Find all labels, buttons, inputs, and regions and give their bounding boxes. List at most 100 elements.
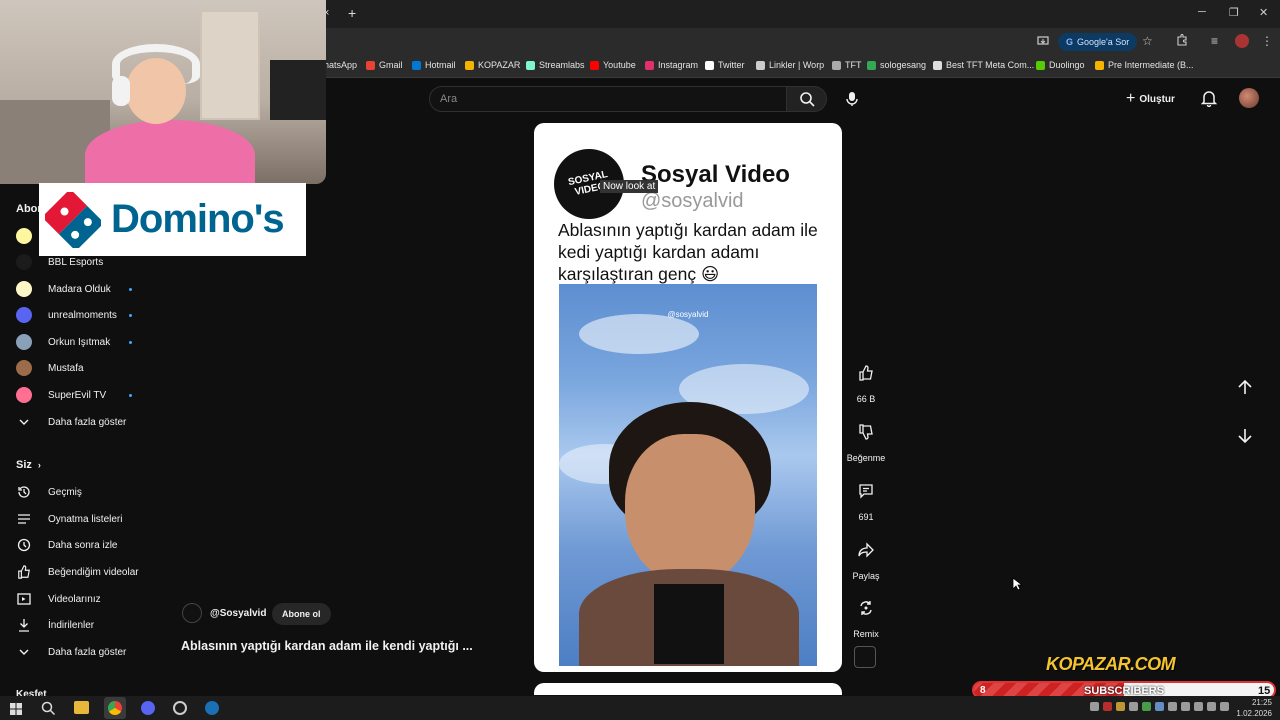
wifi-icon[interactable]	[1194, 702, 1203, 711]
network-app-icon[interactable]	[1155, 702, 1164, 711]
sidebar-channel[interactable]: Mustafa	[16, 357, 84, 379]
account-avatar[interactable]	[1239, 88, 1259, 108]
speaker-icon[interactable]	[1207, 702, 1216, 711]
create-button[interactable]: + Oluştur	[1126, 88, 1175, 110]
sidebar-item[interactable]: Daha sonra izle	[16, 534, 117, 556]
sidebar-item-label: Daha sonra izle	[48, 539, 118, 551]
install-icon[interactable]	[1037, 35, 1049, 50]
alert-icon[interactable]	[1103, 702, 1112, 711]
like-action[interactable]: 66 B	[842, 356, 890, 404]
obs-icon[interactable]	[173, 701, 187, 715]
headset-icon[interactable]	[1090, 702, 1099, 711]
bookmark-label: hatsApp	[324, 60, 358, 70]
sidebar-channel[interactable]: unrealmoments	[16, 304, 117, 326]
steam-tray-icon[interactable]	[1129, 702, 1138, 711]
file-explorer-icon[interactable]	[74, 701, 89, 714]
channel-avatar[interactable]	[16, 228, 32, 244]
sidebar-item[interactable]: Videolarınız	[16, 588, 101, 610]
remix-action[interactable]: Remix	[842, 591, 890, 639]
bookmark-icon	[645, 60, 654, 70]
video-watermark: @sosyalvid	[667, 310, 709, 319]
chevron-down-icon	[16, 419, 32, 425]
sound-avatar[interactable]	[854, 646, 876, 668]
you-heading[interactable]: Siz ›	[16, 454, 41, 476]
sponsor-banner: Domino's	[39, 183, 306, 256]
close-window-button[interactable]: ✕	[1259, 6, 1268, 19]
sidebar-item-label: İndirilenler	[48, 619, 95, 631]
discord-icon[interactable]	[141, 701, 155, 715]
search-input[interactable]: Ara	[429, 86, 787, 112]
chrome-icon[interactable]	[108, 701, 122, 715]
minimize-button[interactable]: ─	[1198, 6, 1206, 18]
media-icon[interactable]: ≡	[1211, 34, 1218, 48]
channel-name: SuperEvil TV	[48, 389, 107, 401]
bookmark-item[interactable]: sologesang	[867, 60, 926, 70]
sidebar-channel[interactable]: Orkun Işıtmak	[16, 331, 110, 353]
sidebar-item[interactable]: İndirilenler	[16, 614, 94, 636]
bookmark-item[interactable]: Duolingo	[1036, 60, 1085, 70]
search-button[interactable]	[787, 86, 827, 112]
nvidia-icon[interactable]	[1142, 702, 1151, 711]
show-more-subscriptions[interactable]: Daha fazla göster	[16, 411, 126, 433]
bookmark-item[interactable]: KOPAZAR	[465, 60, 520, 70]
share-action[interactable]: Paylaş	[842, 533, 890, 581]
mic-icon	[846, 92, 858, 106]
next-short-button[interactable]	[1236, 427, 1254, 450]
search-icon[interactable]	[41, 701, 56, 720]
show-more-you[interactable]: Daha fazla göster	[16, 641, 126, 663]
notifications-button[interactable]	[1200, 90, 1218, 112]
create-label: Oluştur	[1139, 93, 1175, 105]
arrow-up-icon	[1238, 379, 1252, 394]
channel-handle[interactable]: @Sosyalvid	[210, 608, 266, 619]
bookmark-item[interactable]: Pre Intermediate (B...	[1095, 60, 1194, 70]
sidebar-channel[interactable]: SuperEvil TV	[16, 384, 106, 406]
now-look-label: Now look at	[600, 180, 659, 193]
voice-search-button[interactable]	[840, 87, 864, 111]
bookmark-item[interactable]: Linkler | Worp	[756, 60, 824, 70]
start-icon[interactable]	[10, 702, 22, 720]
usb-icon[interactable]	[1168, 702, 1177, 711]
sidebar-item-label: Beğendiğim videolar	[48, 566, 139, 578]
sidebar-item[interactable]: Geçmiş	[16, 481, 82, 503]
battery-icon[interactable]	[1220, 702, 1229, 711]
bookmark-label: Hotmail	[425, 60, 456, 70]
bookmark-item[interactable]: Streamlabs	[526, 60, 585, 70]
video-title[interactable]: Ablasının yaptığı kardan adam ile kendi …	[181, 639, 473, 653]
bookmark-item[interactable]: Hotmail	[412, 60, 456, 70]
bookmark-item[interactable]: Best TFT Meta Com...	[933, 60, 1034, 70]
sponsor-name: Domino's	[111, 197, 285, 241]
profile-avatar[interactable]	[1235, 34, 1249, 48]
dislike-action[interactable]: Beğenme	[842, 415, 890, 463]
channel-avatar[interactable]	[182, 603, 202, 623]
short-video-player[interactable]: SOSYAL VIDEO Sosyal Video @sosyalvid Now…	[534, 123, 842, 672]
bookmark-item[interactable]: Instagram	[645, 60, 698, 70]
menu-icon[interactable]: ⋮	[1261, 34, 1273, 48]
clock: 21:25 1.02.2026	[1236, 697, 1272, 719]
share-label: Paylaş	[852, 571, 880, 581]
steam-icon[interactable]	[205, 701, 219, 715]
sidebar-channel[interactable]: Madara Olduk	[16, 278, 111, 300]
system-tray	[1090, 702, 1230, 714]
bookmark-item[interactable]: Twitter	[705, 60, 745, 70]
bookmark-icon	[590, 60, 599, 70]
bookmark-item[interactable]: Gmail	[366, 60, 403, 70]
sidebar-item[interactable]: Oynatma listeleri	[16, 508, 122, 530]
video-caption: Ablasının yaptığı kardan adam ile kedi y…	[558, 220, 818, 284]
mic-icon[interactable]	[1181, 702, 1190, 711]
next-short-preview[interactable]	[534, 683, 842, 695]
extensions-icon[interactable]	[1176, 33, 1188, 49]
bookmark-item[interactable]: TFT	[832, 60, 862, 70]
new-tab-button[interactable]: +	[348, 5, 356, 21]
comments-action[interactable]: 691	[842, 474, 890, 522]
subscribe-button[interactable]: Abone ol	[272, 603, 331, 625]
bookmark-item[interactable]: hatsApp	[324, 60, 357, 70]
cloud-icon[interactable]	[1116, 702, 1125, 711]
restore-button[interactable]: ❐	[1229, 6, 1239, 19]
previous-short-button[interactable]	[1236, 378, 1254, 401]
sidebar-item[interactable]: Beğendiğim videolar	[16, 561, 139, 583]
bookmark-item[interactable]: Youtube	[590, 60, 636, 70]
search-icon	[799, 92, 815, 107]
show-more-label: Daha fazla göster	[48, 646, 127, 658]
star-icon[interactable]: ☆	[1142, 34, 1153, 48]
google-ask-button[interactable]: G Google'a Sor	[1058, 33, 1138, 51]
